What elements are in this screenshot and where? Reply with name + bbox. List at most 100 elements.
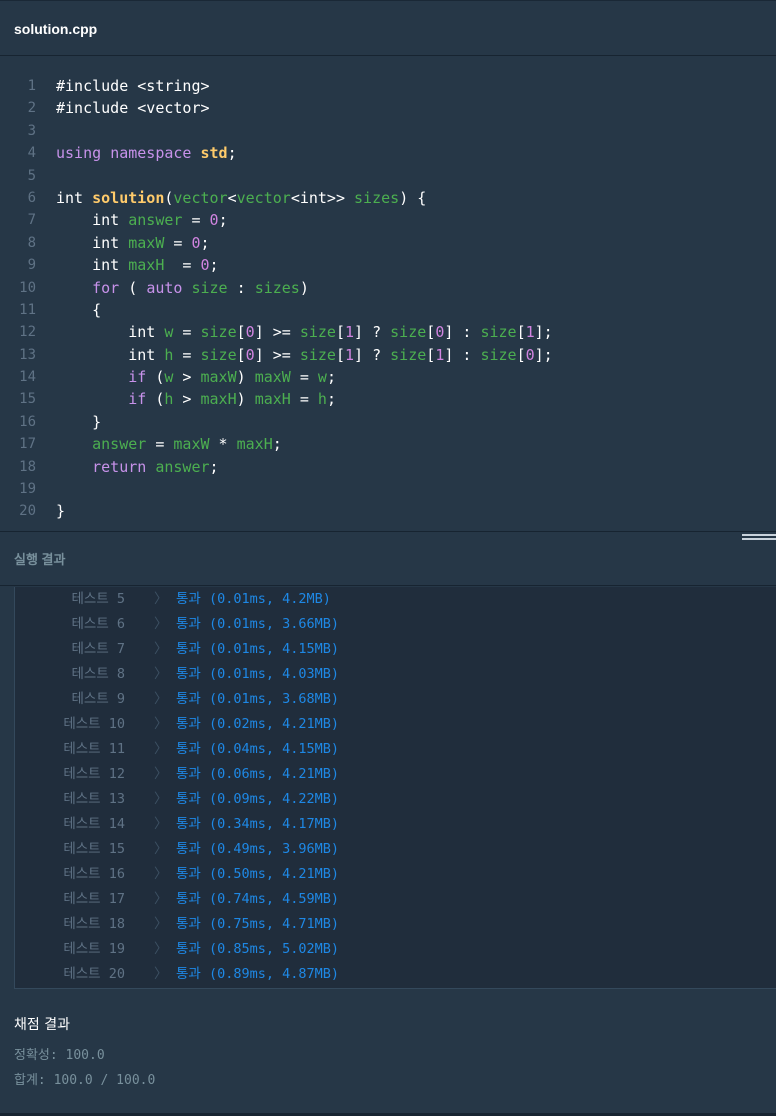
code-token: ] ? — [354, 323, 391, 342]
code-line[interactable]: 1 #include <string> — [0, 75, 776, 97]
test-label: 테스트 16 — [63, 866, 125, 882]
code-token: size — [390, 345, 427, 364]
code-line[interactable]: 15 if (h > maxH) maxH = h; — [0, 388, 776, 410]
chevron-right-icon: 〉 — [154, 766, 168, 782]
code-line[interactable]: 8 int maxW = 0; — [0, 232, 776, 254]
code-token: ] ? — [354, 345, 391, 364]
code-line[interactable]: 2 #include <vector> — [0, 97, 776, 119]
code-text: answer = maxW * maxH; — [56, 433, 282, 455]
code-token: 0 — [245, 345, 255, 364]
test-result-text: 통과 (0.85ms, 5.02MB) — [176, 941, 340, 957]
code-token: sizes — [254, 278, 300, 297]
code-text: #include <string> — [56, 75, 210, 97]
code-token: ( — [146, 368, 165, 387]
test-label: 테스트 20 — [63, 966, 125, 982]
code-token: size — [191, 278, 228, 297]
test-result-console[interactable]: 테스트 5 〉 통과 (0.01ms, 4.2MB) 테스트 6 〉 통과 (0.01ms… — [14, 587, 776, 989]
test-result-text: 통과 (0.06ms, 4.21MB) — [176, 766, 340, 782]
code-token: size — [200, 323, 237, 342]
code-line[interactable]: 17 answer = maxW * maxH; — [0, 433, 776, 455]
chevron-right-icon: 〉 — [154, 691, 168, 707]
code-token: int — [56, 323, 165, 342]
code-token: ) — [236, 368, 255, 387]
code-token: ] >= — [254, 345, 300, 364]
code-token: namespace — [110, 144, 201, 163]
code-line[interactable]: 7 int answer = 0; — [0, 209, 776, 231]
code-token: ; — [326, 390, 336, 409]
code-token: sizes — [354, 188, 400, 207]
test-result-text: 통과 (0.01ms, 4.03MB) — [176, 666, 340, 682]
test-result-text: 통과 (0.02ms, 4.21MB) — [176, 716, 340, 732]
result-panel-header: 실행 결과 — [0, 532, 776, 586]
file-tab-title[interactable]: solution.cpp — [14, 21, 97, 37]
code-line[interactable]: 9 int maxH = 0; — [0, 254, 776, 276]
chevron-right-icon: 〉 — [154, 916, 168, 932]
code-editor[interactable]: 1 #include <string> 2 #include <vector> 3 4 us… — [0, 56, 776, 532]
test-result-text: 통과 (0.04ms, 4.15MB) — [176, 741, 340, 757]
test-result-row: 테스트 20 〉 통과 (0.89ms, 4.87MB) — [15, 962, 755, 987]
test-label: 테스트 18 — [63, 916, 125, 932]
test-label: 테스트 6 — [71, 616, 125, 632]
code-token: int — [56, 188, 93, 207]
code-line[interactable]: 10 for ( auto size : sizes) — [0, 277, 776, 299]
test-result-row: 테스트 9 〉 통과 (0.01ms, 3.68MB) — [15, 687, 755, 712]
code-line[interactable]: 19 — [0, 478, 776, 500]
code-line[interactable]: 11 { — [0, 299, 776, 321]
code-line[interactable]: 20} — [0, 500, 776, 522]
code-line[interactable]: 12 int w = size[0] >= size[1] ? size[0] … — [0, 321, 776, 343]
code-line[interactable]: 5 — [0, 165, 776, 187]
code-token: = — [173, 345, 201, 364]
code-token: size — [390, 323, 427, 342]
test-result-row: 테스트 12 〉 통과 (0.06ms, 4.21MB) — [15, 762, 755, 787]
code-line[interactable]: 13 int h = size[0] >= size[1] ? size[1] … — [0, 344, 776, 366]
code-token: <int>> — [290, 188, 355, 207]
line-number: 2 — [27, 100, 36, 117]
code-line[interactable]: 14 if (w > maxW) maxW = w; — [0, 366, 776, 388]
code-token: ; — [209, 256, 219, 275]
test-result-text: 통과 (0.01ms, 4.15MB) — [176, 641, 340, 657]
code-token: = — [173, 323, 201, 342]
test-result-row: 테스트 14 〉 통과 (0.34ms, 4.17MB) — [15, 812, 755, 837]
line-number: 15 — [19, 391, 36, 408]
code-line[interactable]: 6 int solution(vector<vector<int>> sizes)… — [0, 187, 776, 209]
code-token: 1 — [435, 345, 445, 364]
code-token: [ — [236, 323, 246, 342]
code-token: ; — [209, 457, 219, 476]
line-number: 18 — [19, 458, 36, 475]
test-result-row: 테스트 6 〉 통과 (0.01ms, 3.66MB) — [15, 612, 755, 637]
code-token: ; — [272, 435, 282, 454]
result-panel-title: 실행 결과 — [14, 552, 66, 567]
line-number: 5 — [27, 167, 36, 184]
code-line[interactable]: 16 } — [0, 411, 776, 433]
line-number: 4 — [27, 145, 36, 162]
code-token: ) — [299, 278, 309, 297]
code-token: = — [182, 211, 210, 230]
test-result-row: 테스트 13 〉 통과 (0.09ms, 4.22MB) — [15, 787, 755, 812]
code-text: int maxW = 0; — [56, 232, 209, 254]
code-line[interactable]: 4 using namespace std; — [0, 142, 776, 164]
line-number: 8 — [27, 234, 36, 251]
code-token: int — [56, 233, 129, 252]
code-line[interactable]: 18 return answer; — [0, 456, 776, 478]
code-text: if (w > maxW) maxW = w; — [56, 366, 336, 388]
chevron-right-icon: 〉 — [154, 816, 168, 832]
code-token: 0 — [245, 323, 255, 342]
chevron-right-icon: 〉 — [154, 841, 168, 857]
code-token: 1 — [345, 323, 355, 342]
code-token: if — [128, 368, 147, 387]
test-result-row: 테스트 11 〉 통과 (0.04ms, 4.15MB) — [15, 737, 755, 762]
code-line[interactable]: 3 — [0, 120, 776, 142]
code-token: using — [56, 144, 111, 163]
code-token: ] : — [444, 345, 481, 364]
resize-handle-icon[interactable] — [742, 534, 776, 546]
grading-accuracy: 정확성: 100.0 — [14, 1048, 105, 1063]
code-token: = — [290, 368, 318, 387]
code-token: = — [290, 390, 318, 409]
code-text: for ( auto size : sizes) — [56, 277, 309, 299]
code-token: if — [128, 390, 147, 409]
file-tab-bar: solution.cpp — [0, 0, 776, 56]
code-token: maxW — [200, 368, 237, 387]
